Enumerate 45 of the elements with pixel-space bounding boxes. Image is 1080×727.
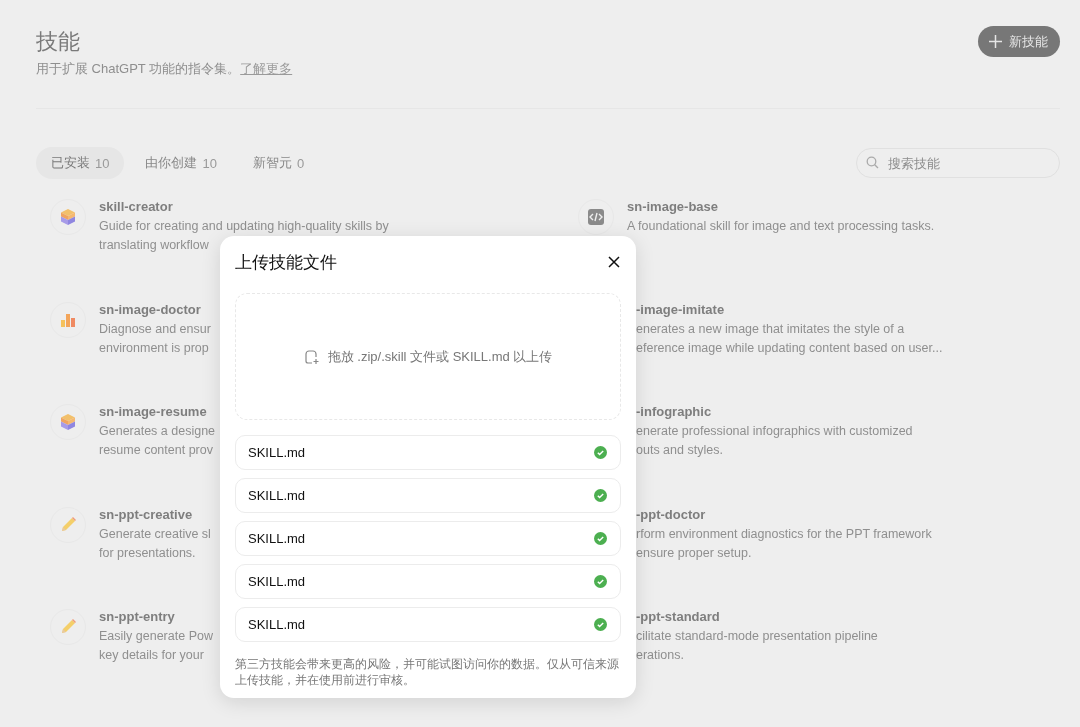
file-name: SKILL.md xyxy=(248,488,306,503)
dialog-title: 上传技能文件 xyxy=(235,251,337,274)
code-icon xyxy=(586,207,606,227)
skill-description: Generate creative sl for presentations. xyxy=(99,525,211,562)
file-name: SKILL.md xyxy=(248,445,306,460)
skill-name: sn-image-base xyxy=(627,199,720,214)
new-skill-button[interactable]: 新技能 xyxy=(978,26,1060,57)
skill-name: -ppt-doctor xyxy=(636,506,707,522)
skill-name: -ppt-standard xyxy=(636,609,721,624)
page-title: 技能 xyxy=(36,28,81,56)
filter-tab[interactable]: 已安装 10 xyxy=(36,147,125,179)
page-subtitle: 用于扩展 ChatGPT 功能的指令集。 xyxy=(36,60,241,78)
close-icon xyxy=(607,255,621,269)
plus-icon xyxy=(988,34,1003,49)
upload-icon xyxy=(303,348,320,365)
skill-description: cilitate standard-mode presentation pipeline erations. xyxy=(636,628,878,664)
skill-description: Easily generate Pow key details for your xyxy=(99,628,213,664)
skill-description: enerate professional infographics with customized outs and styles. xyxy=(636,423,913,459)
filter-tab[interactable]: 由你创建 10 xyxy=(130,147,232,179)
skill-description: rform environment diagnostics for the PPT framework ensure proper setup. xyxy=(636,525,932,562)
close-button[interactable] xyxy=(607,255,621,269)
cube-icon xyxy=(58,412,78,432)
skill-name: -infographic xyxy=(636,404,713,419)
skill-name: sn-image-resume xyxy=(99,404,208,419)
filter-tab[interactable]: 新智元 0 xyxy=(237,147,320,179)
skill-name: sn-ppt-entry xyxy=(99,609,176,624)
skill-name: -image-imitate xyxy=(636,301,726,317)
skill-description: Diagnose and ensur environment is prop xyxy=(99,320,211,357)
cube-icon xyxy=(58,207,78,227)
skill-name: sn-image-doctor xyxy=(99,301,202,317)
file-name: SKILL.md xyxy=(248,617,306,632)
file-name: SKILL.md xyxy=(248,574,306,589)
skill-description: enerates a new image that imitates the style of a eference image while updating content based on user... xyxy=(636,320,943,357)
skill-name: skill-creator xyxy=(99,199,174,214)
learn-more-link[interactable]: 了解更多 xyxy=(240,60,293,78)
skill-name: sn-ppt-creative xyxy=(99,506,194,522)
search-icon xyxy=(866,156,879,169)
file-name: SKILL.md xyxy=(248,531,306,546)
skill-description: Guide for creating and updating high-quality skills by translating workflow xyxy=(99,218,389,254)
drop-zone[interactable]: 拖放 .zip/.skill 文件或 SKILL.md 以上传 xyxy=(235,293,621,420)
skill-description: Generates a designe resume content prov xyxy=(99,423,216,459)
warning-text: 第三方技能会带来更高的风险，并可能试图访问你的数据。仅从可信来源上传技能，并在使用前进行审核。 xyxy=(235,657,620,688)
skill-description: A foundational skill for image and text processing tasks. xyxy=(627,218,935,235)
search-field[interactable]: 搜索技能 xyxy=(856,148,1060,178)
drop-zone-text: 拖放 .zip/.skill 文件或 SKILL.md 以上传 xyxy=(327,347,553,366)
